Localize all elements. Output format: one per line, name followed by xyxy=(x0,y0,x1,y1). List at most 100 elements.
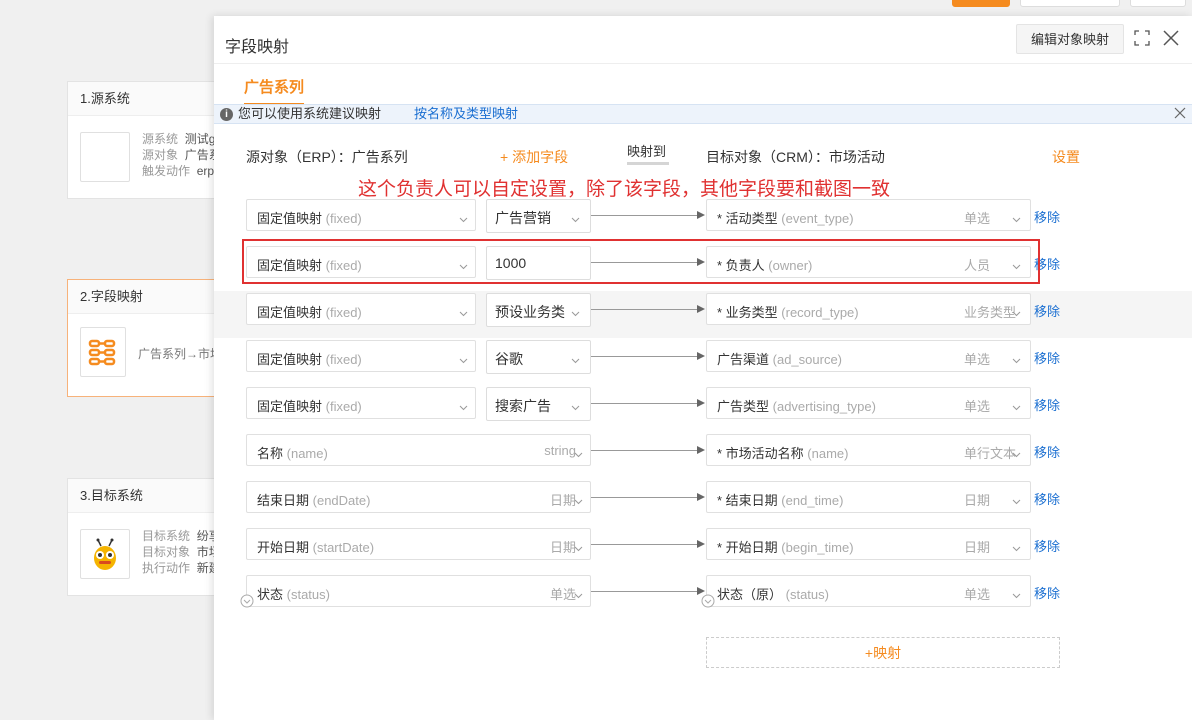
tab-ad-campaign[interactable]: 广告系列 xyxy=(244,76,305,105)
source-field-select[interactable]: 状态 (status) 单选 xyxy=(246,575,591,607)
chevron-down-icon xyxy=(459,353,468,364)
remove-mapping-link[interactable]: 移除 xyxy=(1034,207,1060,226)
map-to-label: 映射到 xyxy=(627,144,667,159)
chevron-down-icon xyxy=(571,306,580,317)
annotation-note: 这个负责人可以自定设置，除了该字段，其他字段要和截图一致 xyxy=(358,179,891,200)
mapping-row: 固定值映射 (fixed) 谷歌 广告渠道 (ad_source) 单选 移除 xyxy=(214,340,1192,374)
close-icon[interactable] xyxy=(1174,107,1186,119)
fixed-value-input[interactable]: 预设业务类型 xyxy=(486,293,591,327)
remove-mapping-link[interactable]: 移除 xyxy=(1034,489,1060,508)
top-secondary-button[interactable] xyxy=(1020,0,1120,7)
source-object-header: 源对象（ERP）：广告系列 xyxy=(246,149,408,165)
chevron-down-icon xyxy=(459,400,468,411)
mapping-arrow xyxy=(591,215,697,216)
target-field-select[interactable]: 广告渠道 (ad_source) 单选 xyxy=(706,340,1031,372)
target-field-type: 单选 xyxy=(964,352,991,367)
target-field-type: 业务类型 xyxy=(964,305,1017,320)
arrow-head-icon xyxy=(697,493,705,501)
mapping-row: 固定值映射 (fixed) 预设业务类型 * 业务类型 (record_type)业… xyxy=(214,293,1192,327)
target-field-type: 单选 xyxy=(964,211,991,226)
chevron-down-icon xyxy=(571,353,580,364)
mapping-row: 固定值映射 (fixed) 广告营销 * 活动类型 (event_type) 单选 移除 xyxy=(214,199,1192,233)
mapping-arrow xyxy=(591,450,697,451)
arrow-head-icon xyxy=(697,399,705,407)
fixed-value-input[interactable]: 广告营销 xyxy=(486,199,591,233)
panel-header: 字段映射 编辑对象映射 xyxy=(214,16,1192,64)
arrow-head-icon xyxy=(697,446,705,454)
target-system-info: 目标系统 纷享 目标对象 市场 执行动作 新建 xyxy=(142,529,221,575)
source-field-select[interactable]: 固定值映射 (fixed) xyxy=(246,387,476,419)
source-system-logo xyxy=(80,132,130,182)
remove-mapping-link[interactable]: 移除 xyxy=(1034,348,1060,367)
chevron-down-icon xyxy=(1012,212,1021,223)
target-system-card[interactable]: 3.目标系统 目标系统 纷享 目标对象 市场 执行动作 新建 xyxy=(67,478,227,596)
source-field-select[interactable]: 固定值映射 (fixed) xyxy=(246,199,476,231)
chevron-down-icon xyxy=(574,541,583,552)
chevron-down-icon xyxy=(1012,541,1021,552)
target-system-logo xyxy=(80,529,130,579)
fullscreen-icon[interactable] xyxy=(1134,30,1150,46)
chevron-down-icon xyxy=(459,212,468,223)
arrow-head-icon xyxy=(697,352,705,360)
mapping-row: 结束日期 (endDate) 日期 * 结束日期 (end_time) 日期 移除 xyxy=(214,481,1192,515)
target-field-select[interactable]: 状态（原） (status) 单选 xyxy=(706,575,1031,607)
top-primary-button[interactable] xyxy=(952,0,1010,7)
target-field-select[interactable]: 广告类型 (advertising_type) 单选 xyxy=(706,387,1031,419)
target-field-select[interactable]: * 活动类型 (event_type) 单选 xyxy=(706,199,1031,231)
chevron-down-icon xyxy=(571,212,580,223)
target-field-select[interactable]: * 业务类型 (record_type) 业务类型 xyxy=(706,293,1031,325)
mapping-arrow xyxy=(591,544,697,545)
map-to-divider xyxy=(627,162,669,165)
target-field-select[interactable]: * 市场活动名称 (name) 单行文本 xyxy=(706,434,1031,466)
target-field-type: 日期 xyxy=(964,493,991,508)
field-mapping-icon xyxy=(80,327,126,377)
source-field-select[interactable]: 固定值映射 (fixed) xyxy=(246,340,476,372)
mapping-arrow xyxy=(591,309,697,310)
source-field-select[interactable]: 结束日期 (endDate) 日期 xyxy=(246,481,591,513)
fixed-value-input[interactable]: 谷歌 xyxy=(486,340,591,374)
info-icon: i xyxy=(220,108,233,121)
chevron-down-icon xyxy=(571,400,580,411)
target-field-select[interactable]: * 开始日期 (begin_time) 日期 xyxy=(706,528,1031,560)
mapping-row: 开始日期 (startDate) 日期 * 开始日期 (begin_time) 日期移… xyxy=(214,528,1192,562)
remove-mapping-link[interactable]: 移除 xyxy=(1034,442,1060,461)
chevron-down-icon xyxy=(1012,588,1021,599)
chevron-down-icon xyxy=(1012,306,1021,317)
mapping-arrow xyxy=(591,403,697,404)
chevron-down-icon xyxy=(1012,400,1021,411)
source-field-type: 日期 xyxy=(549,540,576,555)
field-mapping-card[interactable]: 2.字段映射 广告系列→市场 xyxy=(67,279,227,397)
arrow-head-icon xyxy=(697,305,705,313)
remove-mapping-link[interactable]: 移除 xyxy=(1034,301,1060,320)
source-system-card[interactable]: 1.源系统 源系统 测试g 源对象 广告系 触发动作 erpc xyxy=(67,81,227,199)
add-mapping-button[interactable]: +映射 xyxy=(706,637,1060,668)
target-field-type: 单行文本 xyxy=(964,446,1017,461)
source-system-info: 源系统 测试g 源对象 广告系 触发动作 erpc xyxy=(142,132,221,178)
mapping-summary: 广告系列→市场 xyxy=(138,347,223,361)
expand-icon[interactable] xyxy=(240,594,254,608)
chevron-down-icon xyxy=(1012,494,1021,505)
fixed-value-input[interactable]: 搜索广告 xyxy=(486,387,591,421)
field-mapping-panel: 字段映射 编辑对象映射 广告系列 i 您可以使用系统建议映射 按名称及类型映射 … xyxy=(214,16,1192,720)
remove-mapping-link[interactable]: 移除 xyxy=(1034,395,1060,414)
owner-highlight-box xyxy=(242,239,1040,284)
source-field-select[interactable]: 固定值映射 (fixed) xyxy=(246,293,476,325)
remove-mapping-link[interactable]: 移除 xyxy=(1034,583,1060,602)
close-icon[interactable] xyxy=(1162,29,1180,47)
mapping-row: 名称 (name) string * 市场活动名称 (name) 单行文本 移除 xyxy=(214,434,1192,468)
source-field-select[interactable]: 开始日期 (startDate) 日期 xyxy=(246,528,591,560)
map-by-name-type-link[interactable]: 按名称及类型映射 xyxy=(414,105,518,123)
expand-icon[interactable] xyxy=(701,594,715,608)
target-field-type: 单选 xyxy=(964,587,991,602)
settings-link[interactable]: 设置 xyxy=(1052,147,1080,167)
target-field-select[interactable]: * 结束日期 (end_time) 日期 xyxy=(706,481,1031,513)
remove-mapping-link[interactable]: 移除 xyxy=(1034,536,1060,555)
top-tertiary-button[interactable] xyxy=(1130,0,1186,7)
source-field-select[interactable]: 名称 (name) string xyxy=(246,434,591,466)
edit-object-mapping-button[interactable]: 编辑对象映射 xyxy=(1015,24,1124,54)
panel-title: 字段映射 xyxy=(225,39,290,56)
source-field-type: 日期 xyxy=(549,493,576,508)
add-field-button[interactable]: + 添加字段 xyxy=(500,147,568,167)
mapping-arrow xyxy=(591,591,697,592)
source-field-type: 单选 xyxy=(549,587,576,602)
